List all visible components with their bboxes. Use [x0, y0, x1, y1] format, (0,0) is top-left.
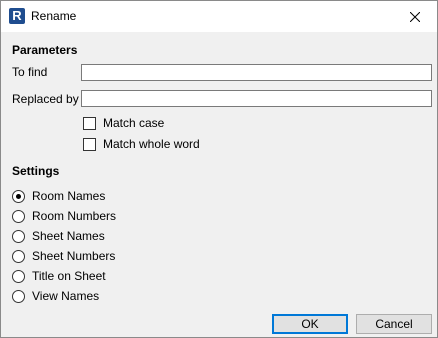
replaced-by-input[interactable] [81, 90, 432, 107]
radio-button[interactable] [12, 289, 25, 303]
radio-room-names[interactable]: Room Names [12, 188, 105, 204]
radio-label: Room Names [32, 189, 106, 203]
radio-label: Sheet Numbers [32, 249, 116, 263]
match-whole-word-checkbox[interactable] [83, 137, 96, 151]
radio-label: Sheet Names [32, 229, 105, 243]
close-icon [409, 11, 421, 23]
match-case-checkbox[interactable] [83, 116, 96, 130]
radio-sheet-numbers[interactable]: Sheet Numbers [12, 248, 115, 264]
radio-label: Title on Sheet [32, 269, 106, 283]
radio-label: View Names [32, 289, 100, 303]
radio-button[interactable] [12, 249, 25, 263]
radio-view-names[interactable]: View Names [12, 288, 99, 304]
to-find-label: To find [12, 65, 48, 79]
title-bar[interactable]: R Rename [1, 1, 437, 32]
rename-dialog: R Rename Parameters To find Replaced by … [0, 0, 438, 338]
cancel-button[interactable]: Cancel [356, 314, 432, 334]
match-whole-word-checkbox-row[interactable]: Match whole word [83, 136, 200, 152]
radio-title-on-sheet[interactable]: Title on Sheet [12, 268, 106, 284]
settings-heading: Settings [12, 164, 60, 178]
to-find-input[interactable] [81, 64, 432, 81]
replaced-by-label: Replaced by [12, 92, 79, 106]
radio-button[interactable] [12, 229, 25, 243]
ok-button[interactable]: OK [272, 314, 348, 334]
radio-room-numbers[interactable]: Room Numbers [12, 208, 116, 224]
radio-label: Room Numbers [32, 209, 117, 223]
parameters-heading: Parameters [12, 43, 78, 57]
radio-button[interactable] [12, 189, 25, 203]
radio-button[interactable] [12, 209, 25, 223]
radio-sheet-names[interactable]: Sheet Names [12, 228, 105, 244]
dialog-title: Rename [31, 9, 77, 23]
radio-button[interactable] [12, 269, 25, 283]
match-case-checkbox-row[interactable]: Match case [83, 115, 164, 131]
match-whole-word-label: Match whole word [103, 137, 200, 151]
match-case-label: Match case [103, 116, 165, 130]
close-button[interactable] [393, 1, 437, 32]
revit-app-icon: R [9, 8, 25, 24]
